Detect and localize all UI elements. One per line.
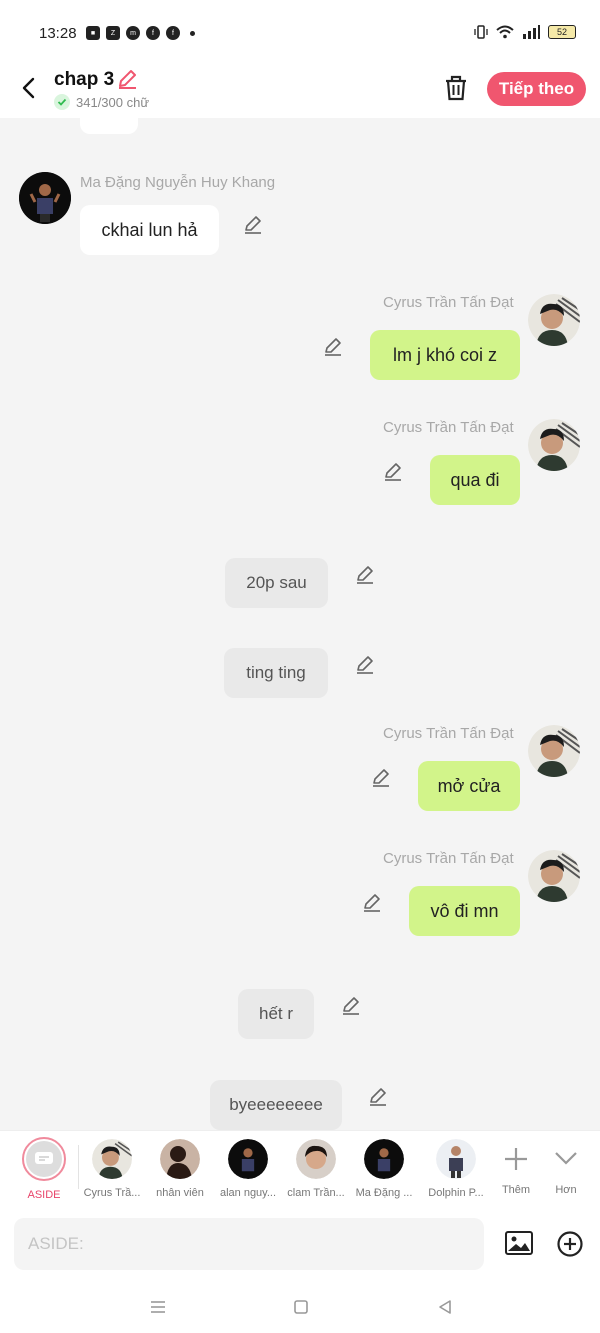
check-icon	[54, 94, 70, 110]
status-bar: 13:28 ■ Z m f f 52	[0, 0, 600, 62]
sender-name: Cyrus Trần Tấn Đạt	[383, 725, 514, 742]
image-icon[interactable]	[504, 1228, 534, 1258]
system-icons: 52	[474, 25, 576, 39]
avatar	[296, 1139, 336, 1179]
add-character-button[interactable]: Thêm	[494, 1139, 538, 1196]
edit-icon[interactable]	[354, 654, 376, 676]
chapter-title[interactable]: chap 3	[54, 69, 114, 91]
back-nav-icon[interactable]	[436, 1298, 454, 1316]
sender-name: Cyrus Trần Tấn Đạt	[383, 419, 514, 436]
more-characters-button[interactable]: Hơn	[544, 1139, 588, 1196]
message-bubble[interactable]: vô đi mn	[409, 886, 520, 936]
character-cyrus[interactable]: Cyrus Trầ...	[79, 1139, 145, 1199]
add-circle-icon[interactable]	[556, 1230, 584, 1258]
facebook-icon: f	[146, 26, 160, 40]
aside-bubble[interactable]: byeeeeeeee	[210, 1080, 342, 1130]
signal-icon	[523, 25, 540, 39]
sender-name: Cyrus Trần Tấn Đạt	[383, 850, 514, 867]
sender-name: Ma Đặng Nguyễn Huy Khang	[80, 174, 276, 191]
facebook-icon: f	[166, 26, 180, 40]
avatar[interactable]	[528, 725, 580, 777]
edit-icon[interactable]	[367, 1086, 389, 1108]
avatar	[160, 1139, 200, 1179]
system-nav-bar	[0, 1280, 600, 1333]
chevron-down-icon	[555, 1152, 577, 1165]
chat-area[interactable]: Ma Đặng Nguyễn Huy Khang ckhai lun hả Cy…	[0, 118, 600, 1130]
message-bubble[interactable]: lm j khó coi z	[370, 330, 520, 380]
chevron-left-icon	[22, 77, 35, 99]
messenger-icon: m	[126, 26, 140, 40]
character-aside[interactable]: ASIDE	[11, 1137, 77, 1201]
menu-icon[interactable]	[149, 1298, 167, 1316]
more-dot-icon	[190, 30, 195, 36]
character-nhan-vien[interactable]: nhân viên	[147, 1139, 213, 1199]
sender-name: Cyrus Trần Tấn Đạt	[383, 294, 514, 311]
character-bar: ASIDE Cyrus Trầ... nhân viên alan nguy..…	[0, 1130, 600, 1208]
edit-icon[interactable]	[340, 995, 362, 1017]
edit-icon[interactable]	[382, 461, 404, 483]
wifi-icon	[496, 25, 514, 39]
message-bubble[interactable]: ckhai lun hả	[80, 205, 219, 255]
back-button[interactable]	[14, 74, 42, 102]
avatar[interactable]	[528, 419, 580, 471]
aside-bubble[interactable]: hết r	[238, 989, 314, 1039]
edit-icon[interactable]	[322, 336, 344, 358]
cropped-message-bubble[interactable]	[80, 118, 138, 134]
message-bubble[interactable]: qua đi	[430, 455, 520, 505]
plus-icon	[505, 1148, 527, 1170]
avatar	[364, 1139, 404, 1179]
character-alan[interactable]: alan nguy...	[215, 1139, 281, 1199]
video-call-icon: ■	[86, 26, 100, 40]
avatar	[228, 1139, 268, 1179]
message-input[interactable]	[14, 1218, 484, 1270]
status-time: 13:28	[39, 25, 77, 42]
edit-title-icon[interactable]	[116, 68, 138, 90]
trash-icon[interactable]	[443, 74, 469, 102]
character-ma-dang[interactable]: Ma Đặng ...	[351, 1139, 417, 1199]
edit-icon[interactable]	[354, 564, 376, 586]
word-count-text: 341/300 chữ	[76, 94, 150, 110]
home-icon[interactable]	[292, 1298, 310, 1316]
avatar[interactable]	[19, 172, 71, 224]
message-bubble[interactable]: mở cửa	[418, 761, 520, 811]
editor-header: chap 3 341/300 chữ Tiếp theo	[0, 62, 600, 118]
next-button[interactable]: Tiếp theo	[487, 72, 586, 106]
edit-icon[interactable]	[370, 767, 392, 789]
character-clam[interactable]: clam Trần...	[283, 1139, 349, 1199]
edit-icon[interactable]	[361, 892, 383, 914]
avatar	[92, 1139, 132, 1179]
vibrate-icon	[474, 25, 488, 39]
aside-bubble[interactable]: 20p sau	[225, 558, 328, 608]
aside-bubble[interactable]: ting ting	[224, 648, 328, 698]
avatar[interactable]	[528, 294, 580, 346]
input-bar	[0, 1208, 600, 1280]
avatar	[436, 1139, 476, 1179]
aside-icon	[26, 1141, 62, 1177]
character-dolphin[interactable]: Dolphin P...	[423, 1139, 489, 1199]
edit-icon[interactable]	[242, 214, 264, 236]
avatar[interactable]	[528, 850, 580, 902]
notification-icons: ■ Z m f f	[86, 26, 195, 40]
battery-icon: 52	[548, 25, 576, 39]
word-count: 341/300 chữ	[54, 94, 149, 110]
zalo-icon: Z	[106, 26, 120, 40]
